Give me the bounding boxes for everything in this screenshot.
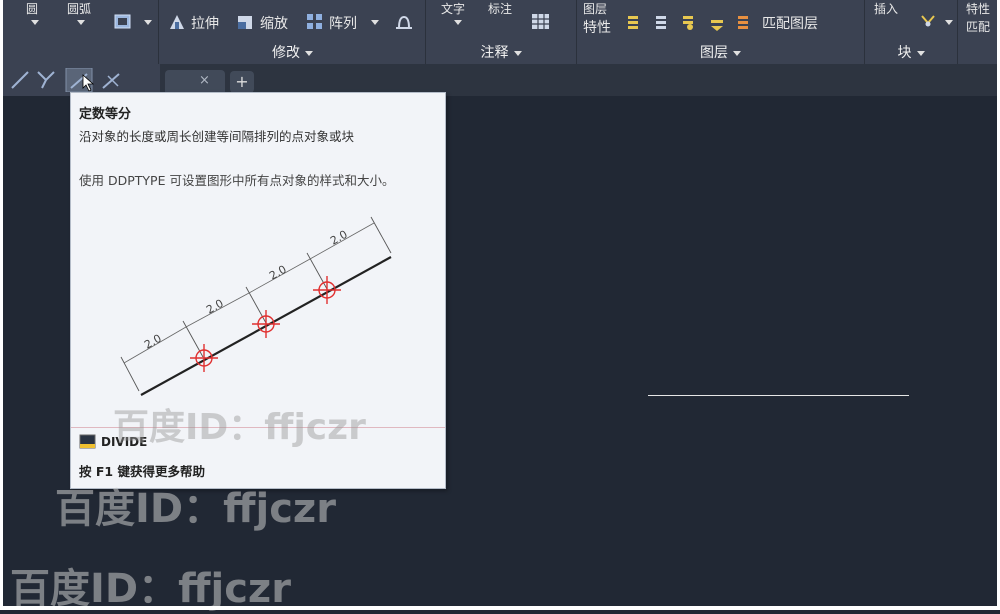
watermark: 百度ID：ffjczr [113,407,366,448]
dimension-label: 2.0 [328,228,350,248]
scale-button[interactable]: 缩放 [260,13,288,33]
layer-tools-icons[interactable] [626,12,752,32]
tooltip-title: 定数等分 [79,107,132,122]
close-tab-icon[interactable]: × [199,73,210,88]
array-dropdown-icon[interactable] [371,20,379,25]
tooltip-description: 沿对象的长度或周长创建等间隔排列的点对象或块 [79,129,355,144]
layer-properties-label[interactable]: 图层 [583,0,607,17]
rectangle-icon[interactable] [112,12,134,32]
match-properties-button[interactable]: 匹配 [966,18,990,35]
draw-tools-row[interactable] [8,68,128,92]
block-edit-icon[interactable] [919,13,937,29]
block-panel-title[interactable]: 块 [865,42,957,62]
modify-panel-title[interactable]: 修改 [160,42,425,62]
circle-dropdown-icon[interactable] [31,20,39,25]
text-dropdown-icon[interactable] [454,20,462,25]
new-tab-button[interactable]: + [230,71,254,93]
stretch-icon[interactable] [167,12,187,32]
ribbon-arc-button[interactable]: 圆弧 [67,0,91,17]
offset-icon[interactable] [393,12,415,32]
scale-icon[interactable] [236,12,256,32]
frame-border [0,0,3,610]
dimension-button[interactable]: 标注 [488,0,512,17]
properties-button[interactable]: 特性 [966,0,990,17]
stretch-button[interactable]: 拉伸 [191,13,219,33]
mouse-cursor-icon [82,74,95,92]
block-dropdown-icon[interactable] [945,20,953,25]
layer-properties-button[interactable]: 特性 [583,17,611,37]
layers-panel-title[interactable]: 图层 [577,42,864,62]
text-button[interactable]: 文字 [441,0,465,17]
annotation-panel-title[interactable]: 注释 [426,42,576,62]
ribbon: ⁝ 圆 圆弧 拉伸 缩放 阵列 修改 文字 标注 注释 图层 特 [0,0,1000,65]
document-tab[interactable]: × [165,70,225,94]
dimension-label: 2.0 [204,297,226,317]
drawn-line-object[interactable] [648,395,909,396]
ribbon-circle-button[interactable]: 圆 [26,0,38,17]
table-icon[interactable] [531,13,551,31]
dimension-label: 2.0 [267,263,289,283]
watermark: 百度ID：ffjczr [55,486,336,532]
array-icon[interactable] [305,12,325,32]
rectangle-dropdown-icon[interactable] [144,20,152,25]
insert-block-button[interactable]: 插入 [874,0,898,17]
dimension-label: 2.0 [142,332,164,352]
array-button[interactable]: 阵列 [329,13,357,33]
tooltip-note: 使用 DDPTYPE 可设置图形中所有点对象的样式和大小。 [79,173,395,188]
match-layer-button[interactable]: 匹配图层 [762,13,818,33]
frame-border [0,606,1000,610]
command-icon [79,434,96,449]
arc-dropdown-icon[interactable] [77,20,85,25]
divide-illustration: 2.0 2.0 2.0 2.0 [120,216,392,396]
